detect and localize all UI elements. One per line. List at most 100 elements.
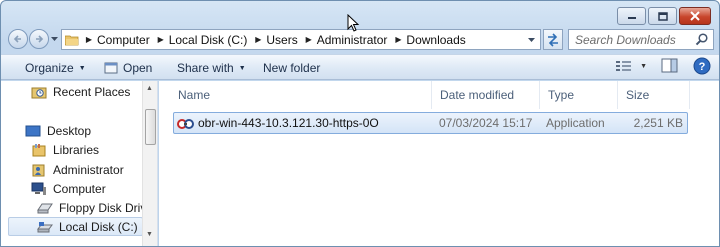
preview-pane-icon[interactable] (661, 58, 679, 74)
back-button[interactable] (8, 29, 28, 49)
column-label: Type (548, 88, 575, 102)
breadcrumb-label: Downloads (406, 32, 466, 47)
forward-arrow-icon (36, 35, 44, 43)
nav-item-desktop[interactable]: Desktop (24, 121, 91, 140)
file-list: Name Date modified Type Size obr-win-443… (159, 81, 719, 246)
nav-item-label: Recent Places (53, 84, 131, 99)
chevron-down-icon: ▼ (78, 64, 86, 72)
column-date-modified[interactable]: Date modified (432, 81, 540, 109)
nav-item-computer[interactable]: Computer (30, 179, 106, 198)
view-controls: ▼ ? (615, 57, 711, 75)
local-disk-icon (36, 219, 54, 235)
breadcrumb-label: Users (266, 32, 298, 47)
refresh-button[interactable] (543, 29, 563, 50)
share-with-label: Share with (177, 61, 234, 75)
column-label: Date modified (440, 88, 515, 102)
file-name: obr-win-443-10.3.121.30-https-0O (198, 116, 379, 130)
breadcrumb-label: Local Disk (C:) (168, 32, 248, 47)
search-box[interactable] (568, 29, 714, 50)
navigation-buttons (8, 29, 59, 49)
breadcrumb-separator-icon: ▶ (305, 35, 312, 44)
explorer-window: ▶ Computer ▶ Local Disk (C:) ▶ Users ▶ A… (0, 0, 720, 247)
close-button[interactable] (679, 7, 711, 25)
navigation-scrollbar[interactable]: ▲ ▼ (142, 81, 157, 246)
breadcrumb-separator-icon: ▶ (255, 35, 262, 44)
desktop-icon (24, 123, 42, 139)
chevron-down-icon: ▼ (238, 64, 246, 72)
breadcrumb-separator-icon: ▶ (85, 35, 93, 44)
floppy-drive-icon (36, 200, 54, 216)
nav-item-label: Administrator (53, 162, 124, 177)
organize-button[interactable]: Organize ▼ (25, 55, 86, 81)
maximize-icon (657, 11, 668, 21)
address-history-dropdown[interactable] (527, 33, 536, 48)
chevron-down-icon (50, 37, 58, 41)
breadcrumb-local-disk[interactable]: ▶ Local Disk (C:) (154, 30, 252, 49)
file-date-modified: 07/03/2024 15:17 (439, 116, 533, 130)
folder-icon (62, 30, 82, 49)
breadcrumb-label: Computer (97, 32, 150, 47)
minimize-icon (627, 17, 636, 19)
new-folder-button[interactable]: New folder (263, 55, 320, 81)
nav-item-label: Computer (53, 181, 106, 196)
forward-button[interactable] (29, 29, 49, 49)
breadcrumb-separator-icon: ▶ (157, 35, 164, 44)
file-size: 2,251 KB (633, 116, 683, 130)
file-name-cell: obr-win-443-10.3.121.30-https-0O (177, 113, 379, 133)
change-view-icon[interactable] (615, 59, 632, 73)
breadcrumb-computer[interactable]: ▶ Computer (82, 30, 154, 49)
breadcrumb-label: Administrator (316, 32, 388, 47)
nav-item-recent-places[interactable]: Recent Places (30, 82, 130, 101)
nav-item-local-disk[interactable]: Local Disk (C:) (8, 217, 143, 236)
close-icon (690, 11, 700, 21)
nav-item-label: Desktop (47, 123, 92, 138)
chevron-down-icon[interactable]: ▼ (640, 63, 647, 70)
column-type[interactable]: Type (540, 81, 618, 109)
address-bar[interactable]: ▶ Computer ▶ Local Disk (C:) ▶ Users ▶ A… (61, 29, 541, 50)
open-label: Open (123, 61, 153, 75)
nav-item-label: Floppy Disk Drive (59, 200, 154, 215)
svg-text:?: ? (699, 61, 706, 73)
file-row[interactable]: obr-win-443-10.3.121.30-https-0O 07/03/2… (173, 112, 688, 134)
nav-item-floppy-disk-drive[interactable]: Floppy Disk Drive (36, 198, 153, 217)
back-arrow-icon (13, 35, 21, 43)
search-input[interactable] (569, 32, 689, 47)
computer-icon (30, 181, 48, 197)
column-name[interactable]: Name (170, 81, 432, 109)
file-type: Application (546, 116, 605, 130)
minimize-button[interactable] (617, 7, 646, 25)
nav-item-label: Local Disk (C:) (59, 219, 138, 234)
help-icon[interactable]: ? (693, 57, 711, 75)
column-size[interactable]: Size (618, 81, 690, 109)
scroll-down-icon[interactable]: ▼ (146, 231, 153, 238)
scroll-up-icon[interactable]: ▲ (146, 85, 153, 92)
nav-item-libraries[interactable]: Libraries (30, 140, 99, 159)
share-with-button[interactable]: Share with ▼ (177, 55, 246, 81)
mouse-cursor-icon (347, 14, 360, 32)
refresh-icon (548, 32, 558, 47)
nav-item-administrator[interactable]: Administrator (30, 160, 124, 179)
organize-label: Organize (25, 61, 74, 75)
column-label: Size (626, 88, 650, 102)
navigation-pane: Recent Places Desktop Libraries Administ… (1, 81, 158, 246)
breadcrumb-downloads[interactable]: ▶ Downloads (391, 30, 469, 49)
scrollbar-thumb[interactable] (145, 109, 156, 145)
recent-places-icon (30, 84, 48, 100)
chevron-down-icon (528, 38, 535, 42)
new-folder-label: New folder (263, 61, 321, 75)
open-button[interactable]: Open (104, 55, 152, 81)
column-label: Name (178, 88, 211, 102)
command-bar: Organize ▼ Open Share with ▼ New folder … (1, 54, 719, 80)
recent-pages-dropdown[interactable] (49, 29, 59, 49)
maximize-button[interactable] (648, 7, 677, 25)
column-header: Name Date modified Type Size (159, 81, 719, 109)
breadcrumb-separator-icon: ▶ (395, 35, 402, 44)
caption-buttons (617, 7, 711, 25)
openvpn-app-icon (177, 119, 194, 129)
libraries-icon (30, 142, 48, 158)
breadcrumb-users[interactable]: ▶ Users (251, 30, 301, 49)
search-icon[interactable] (695, 33, 708, 46)
user-folder-icon (30, 162, 48, 178)
nav-item-label: Libraries (53, 142, 100, 157)
application-icon (104, 62, 118, 74)
